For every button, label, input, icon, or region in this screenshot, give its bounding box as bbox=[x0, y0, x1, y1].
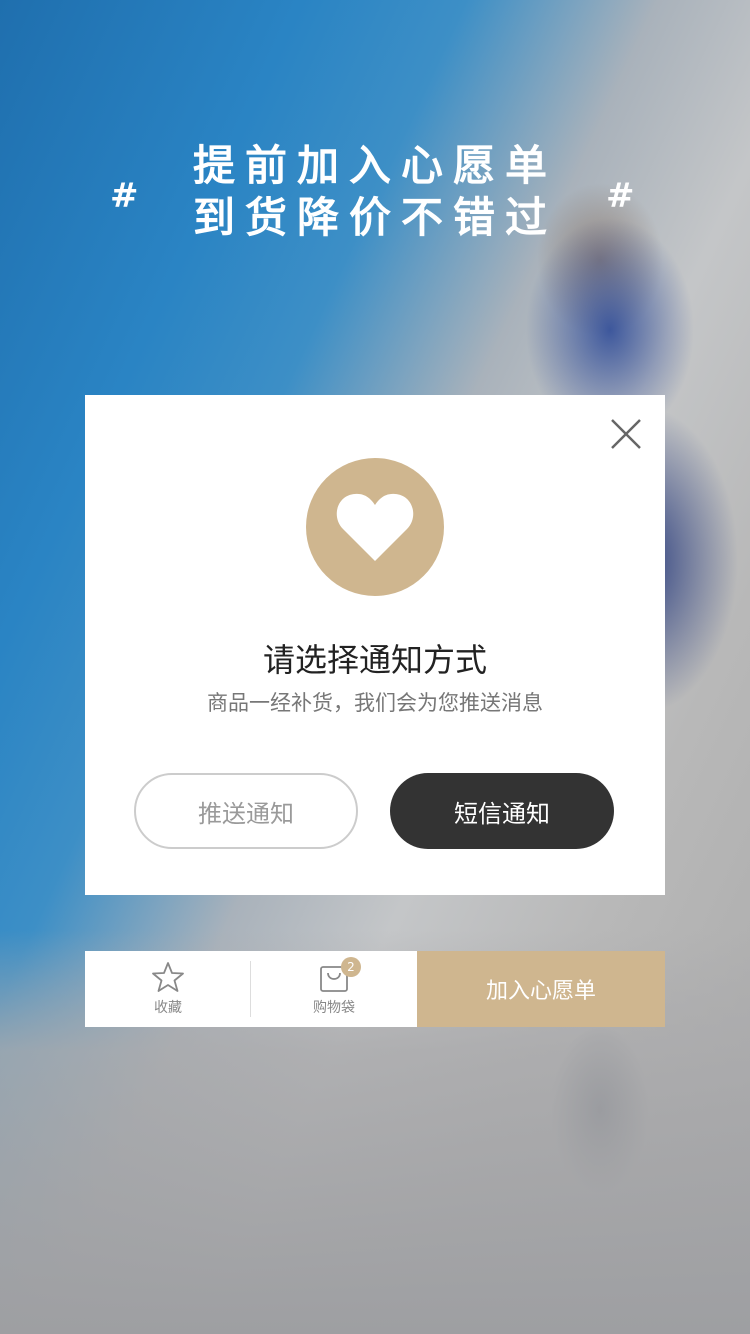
add-to-wishlist-button[interactable]: 加入心愿单 bbox=[417, 951, 665, 1027]
bag-label: 购物袋 bbox=[313, 1000, 355, 1016]
bag-count-badge: 2 bbox=[341, 957, 361, 977]
heart-icon bbox=[336, 493, 414, 561]
push-notification-button[interactable]: 推送通知 bbox=[134, 773, 358, 849]
close-icon[interactable] bbox=[609, 417, 643, 451]
product-action-bar: 收藏 2 购物袋 加入心愿单 bbox=[85, 951, 665, 1027]
star-icon bbox=[152, 962, 184, 992]
dialog-title: 请选择通知方式 bbox=[262, 641, 487, 679]
promo-line-1: 提前加入心愿单 bbox=[192, 141, 557, 190]
heart-badge bbox=[306, 458, 444, 596]
favorite-button[interactable]: 收藏 bbox=[85, 951, 251, 1027]
shopping-bag-button[interactable]: 2 购物袋 bbox=[251, 951, 417, 1027]
promo-headline: 提前加入心愿单 到货降价不错过 bbox=[0, 140, 750, 244]
sms-notification-button[interactable]: 短信通知 bbox=[390, 773, 614, 849]
favorite-label: 收藏 bbox=[154, 1000, 182, 1016]
notification-dialog: 请选择通知方式 商品一经补货，我们会为您推送消息 推送通知 短信通知 bbox=[85, 395, 665, 895]
dialog-subtitle: 商品一经补货，我们会为您推送消息 bbox=[207, 691, 543, 715]
promo-line-2: 到货降价不错过 bbox=[192, 193, 557, 242]
